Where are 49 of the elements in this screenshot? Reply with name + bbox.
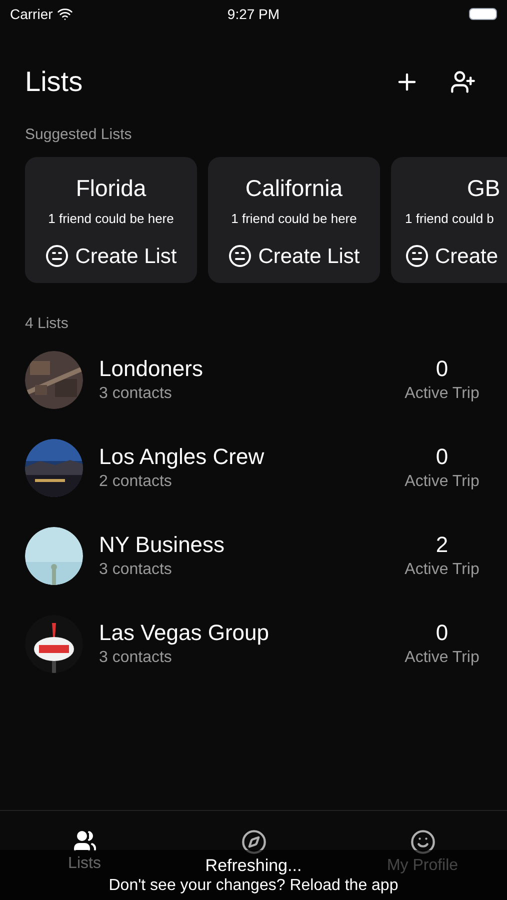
contact-count: 3 contacts	[99, 560, 173, 580]
card-subtitle: 1 friend could be here	[48, 210, 174, 228]
card-subtitle: 1 friend could be here	[231, 210, 357, 228]
contact-count: 3 contacts	[99, 384, 173, 404]
trip-count: 2	[436, 531, 448, 559]
suggestion-card[interactable]: Florida 1 friend could be here Create List	[25, 156, 197, 282]
toast-title: Refreshing...	[205, 856, 302, 876]
toast-message: Don't see your changes? Reload the app	[108, 876, 398, 896]
card-title: GB	[466, 174, 500, 202]
create-list-button[interactable]: Create	[405, 240, 498, 272]
suggestion-card[interactable]: GB 1 friend could b Create	[391, 156, 507, 282]
people-icon	[72, 829, 96, 853]
suggestion-card[interactable]: California 1 friend could be here Create List	[208, 156, 380, 282]
list-name: Londoners	[99, 355, 204, 383]
card-subtitle: 1 friend could b	[405, 210, 494, 228]
section-heading: Suggested Lists	[24, 125, 133, 145]
contact-count: 2 contacts	[99, 472, 173, 492]
list-row[interactable]: Los Angles Crew 2 contacts 0 Active Trip	[25, 439, 482, 497]
add-friend-button[interactable]	[450, 69, 476, 95]
card-title: California	[245, 174, 343, 202]
wifi-icon	[56, 6, 73, 22]
face-icon	[228, 244, 252, 268]
carrier-label: Carrier	[10, 4, 53, 24]
section-heading: 4 Lists	[24, 314, 70, 334]
compass-icon	[240, 829, 266, 855]
list-row[interactable]: NY Business 3 contacts 2 Active Trip	[25, 527, 482, 585]
trip-label: Active Trip	[404, 560, 480, 580]
list-name: Las Vegas Group	[99, 619, 270, 647]
trip-label: Active Trip	[404, 384, 480, 404]
list-name: Los Angles Crew	[99, 443, 266, 471]
face-icon	[405, 244, 429, 268]
create-list-button[interactable]: Create List	[228, 240, 360, 272]
create-list-button[interactable]: Create List	[45, 240, 177, 272]
tab[interactable]: Lists	[0, 829, 169, 873]
list-row[interactable]: Londoners 3 contacts 0 Active Trip	[25, 351, 482, 409]
trip-count: 0	[436, 355, 448, 383]
contact-count: 3 contacts	[99, 648, 173, 668]
list-name: NY Business	[99, 531, 226, 559]
card-title: Florida	[76, 174, 146, 202]
trip-label: Active Trip	[404, 472, 480, 492]
page-title: Lists	[25, 65, 83, 99]
trip-count: 0	[436, 619, 448, 647]
trip-label: Active Trip	[404, 648, 480, 668]
trip-count: 0	[436, 443, 448, 471]
list-row[interactable]: Las Vegas Group 3 contacts 0 Active Trip	[25, 615, 482, 673]
smile-icon	[410, 829, 436, 855]
battery-icon	[468, 8, 497, 20]
clock: 9:27 PM	[227, 4, 280, 24]
face-icon	[45, 244, 70, 268]
